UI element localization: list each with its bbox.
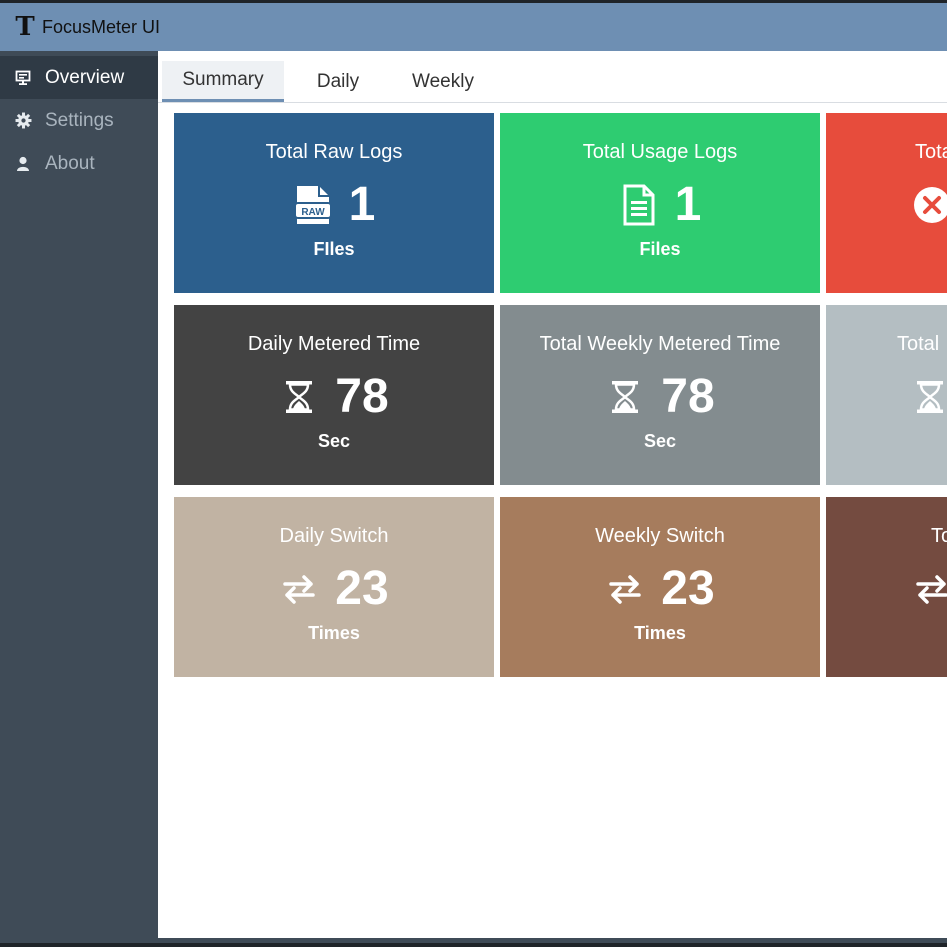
switch-arrows-icon xyxy=(605,567,645,611)
tile-total-weekly-metered-time: Total Weekly Metered Time 78 Sec xyxy=(500,305,820,485)
hourglass-icon xyxy=(910,375,947,419)
tile-daily-switch: Daily Switch 23 Times xyxy=(174,497,494,677)
tab-summary[interactable]: Summary xyxy=(162,61,284,102)
app-title: FocusMeter UI xyxy=(42,16,161,37)
switch-arrows-icon xyxy=(279,567,319,611)
tile-total-metered-time: Total xyxy=(826,305,947,485)
sidebar: Overview Settings About xyxy=(0,51,158,943)
tab-daily[interactable]: Daily xyxy=(298,61,378,102)
hourglass-icon xyxy=(279,375,319,419)
error-circle-icon xyxy=(912,183,947,227)
tile-unit: Times xyxy=(634,623,686,643)
tile-title: Total xyxy=(897,333,940,355)
tile-value: 1 xyxy=(348,178,376,231)
tile-total-raw-logs: Total Raw Logs RAW 1 FIles xyxy=(174,113,494,293)
app-window: T FocusMeter UI Overview Settings About … xyxy=(0,3,947,943)
tile-unit: FIles xyxy=(313,239,355,259)
tab-bar: Summary Daily Weekly xyxy=(158,55,947,103)
document-icon xyxy=(619,183,659,227)
tile-total-switch: To xyxy=(826,497,947,677)
tab-weekly[interactable]: Weekly xyxy=(398,61,488,102)
tile-value: 23 xyxy=(661,562,715,615)
tile-total-failed: Tota xyxy=(826,113,947,293)
tile-title: Daily Metered Time xyxy=(247,333,421,355)
tile-total-usage-logs: Total Usage Logs 1 Files xyxy=(500,113,820,293)
svg-text:RAW: RAW xyxy=(301,207,325,218)
tile-value: 1 xyxy=(674,178,702,231)
hourglass-icon xyxy=(605,375,645,419)
app-logo: T xyxy=(15,12,35,42)
sidebar-item-about[interactable]: About xyxy=(0,142,158,185)
gear-icon xyxy=(14,112,32,130)
tile-title: Daily Switch xyxy=(279,525,389,547)
tile-unit: Times xyxy=(308,623,360,643)
main-content: Summary Daily Weekly Total Raw Logs RAW … xyxy=(158,51,947,938)
tile-title: To xyxy=(931,525,947,547)
tile-daily-metered-time: Daily Metered Time 78 Sec xyxy=(174,305,494,485)
tile-title: Weekly Switch xyxy=(595,525,725,547)
sidebar-item-label: Overview xyxy=(45,66,125,88)
sidebar-item-overview[interactable]: Overview xyxy=(0,56,158,99)
raw-file-icon: RAW xyxy=(293,183,333,227)
switch-arrows-icon xyxy=(912,567,947,611)
tile-title: Total Weekly Metered Time xyxy=(539,333,781,355)
tile-weekly-switch: Weekly Switch 23 Times xyxy=(500,497,820,677)
monitor-icon xyxy=(14,69,32,87)
tile-title: Total Usage Logs xyxy=(582,141,738,163)
sidebar-item-label: About xyxy=(45,152,95,174)
tile-unit: Sec xyxy=(643,431,677,451)
tile-value: 78 xyxy=(661,370,715,423)
tile-title: Tota xyxy=(915,141,947,163)
tile-unit: Files xyxy=(639,239,681,259)
title-bar: T FocusMeter UI xyxy=(0,3,947,51)
sidebar-item-settings[interactable]: Settings xyxy=(0,99,158,142)
sidebar-item-label: Settings xyxy=(45,109,114,131)
tile-unit: Sec xyxy=(317,431,351,451)
tile-title: Total Raw Logs xyxy=(265,141,403,163)
tile-value: 78 xyxy=(335,370,389,423)
user-icon xyxy=(14,155,32,173)
tile-value: 23 xyxy=(335,562,389,615)
